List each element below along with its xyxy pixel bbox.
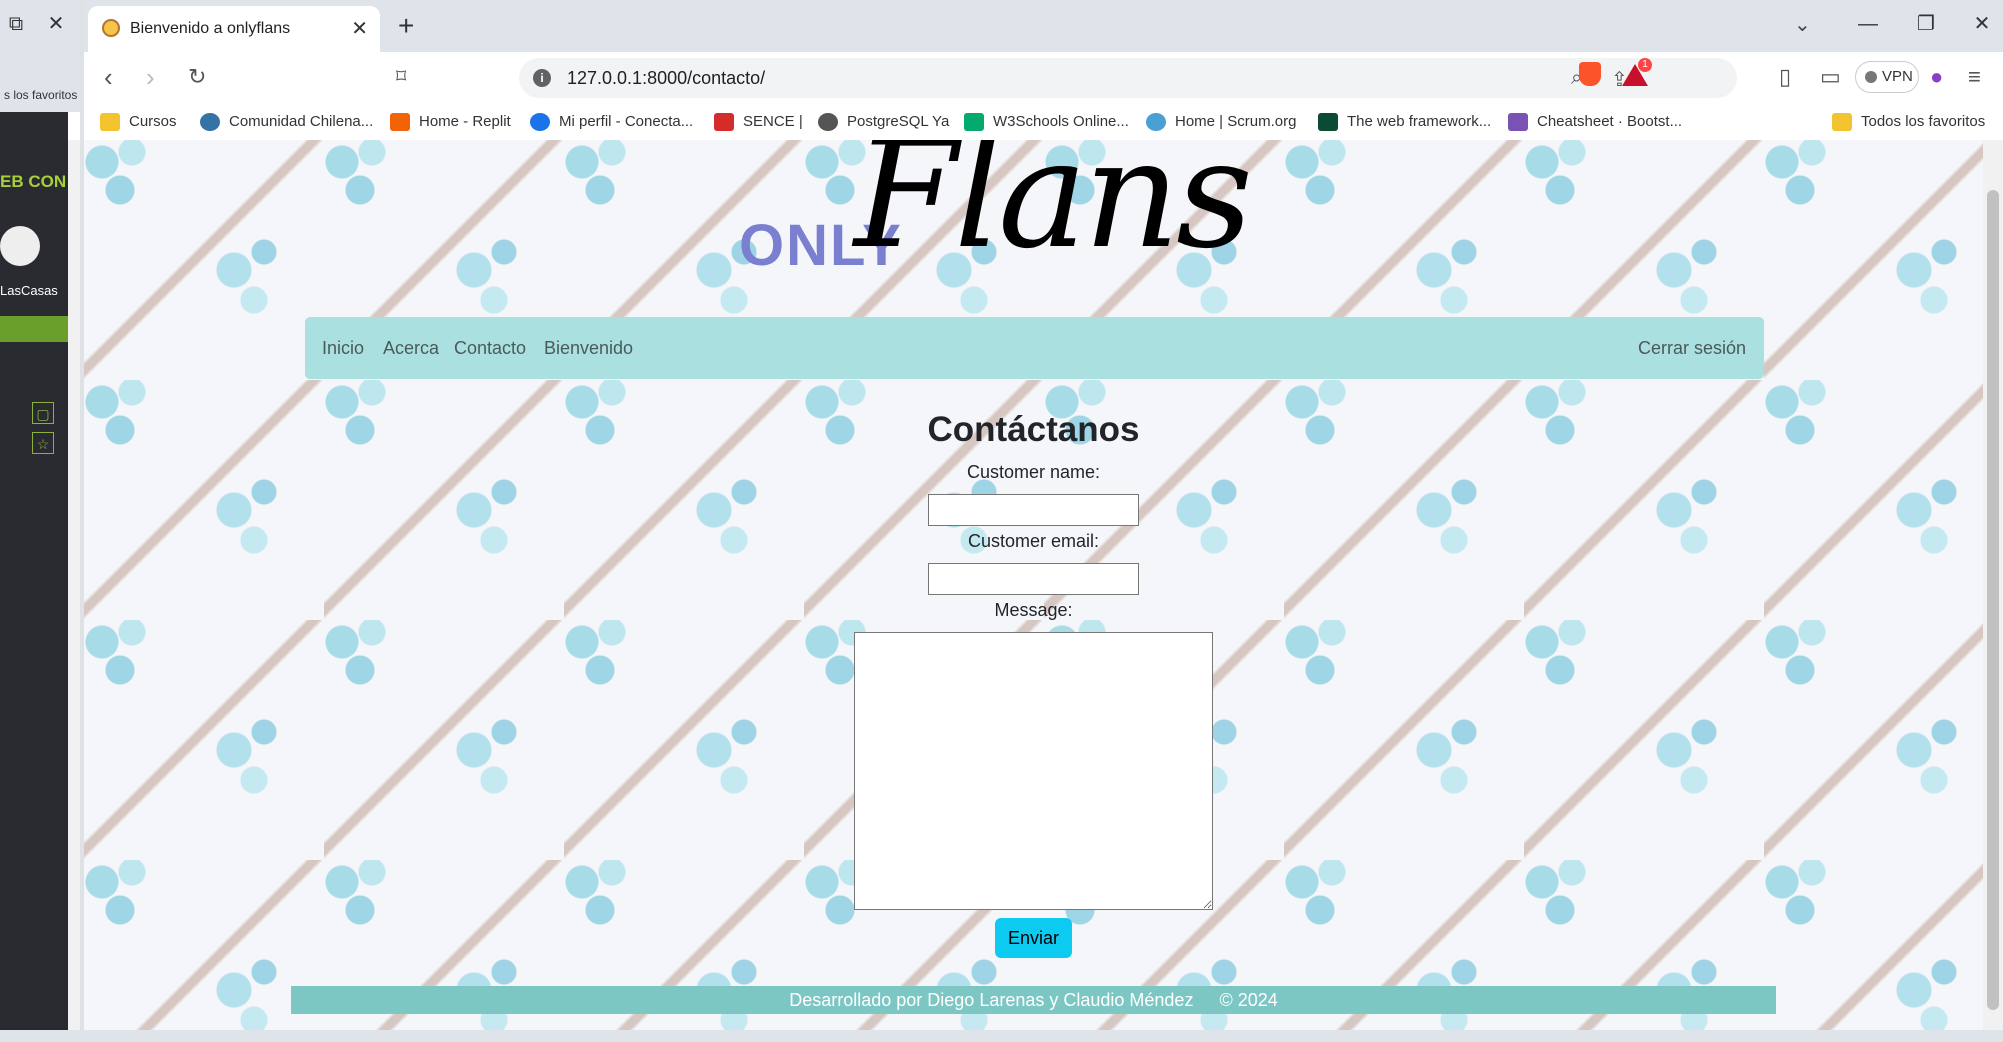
page-title: Contáctanos bbox=[927, 410, 1140, 449]
sidebar-icon[interactable]: ▯ bbox=[1779, 64, 1791, 90]
submit-button[interactable]: Enviar bbox=[995, 918, 1072, 958]
brave-shields-icon[interactable] bbox=[1579, 62, 1601, 86]
footer-credit: Desarrollado por Diego Larenas y Claudio… bbox=[789, 990, 1194, 1010]
active-bar bbox=[0, 316, 68, 342]
tab-active[interactable]: Bienvenido a onlyflans ✕ bbox=[88, 6, 380, 52]
note-icon[interactable]: ▢ bbox=[32, 402, 54, 424]
scrollbar-thumb[interactable] bbox=[1987, 190, 1999, 1010]
star-icon[interactable]: ☆ bbox=[32, 432, 54, 454]
bookmark-item[interactable]: Home | Scrum.org bbox=[1146, 110, 1296, 134]
reload-icon[interactable]: ↻ bbox=[188, 64, 206, 90]
leo-ai-icon[interactable]: ● bbox=[1930, 64, 1943, 90]
rewards-badge: 1 bbox=[1638, 58, 1652, 72]
name-label: Customer name: bbox=[966, 462, 1101, 482]
all-bookmarks[interactable]: Todos los favoritos bbox=[1832, 110, 1985, 134]
close-icon[interactable]: ✕ bbox=[44, 12, 68, 36]
message-label: Message: bbox=[994, 600, 1073, 620]
sence-icon bbox=[714, 113, 734, 132]
background-title: EB CON bbox=[0, 172, 67, 191]
taskbar bbox=[0, 1030, 2003, 1042]
avatar[interactable] bbox=[0, 226, 40, 266]
tab-title: Bienvenido a onlyflans bbox=[130, 20, 291, 37]
site-navbar: Inicio Acerca Contacto Bienvenido Cerrar… bbox=[305, 317, 1764, 379]
bookmarks-bar: Cursos Comunidad Chilena... Home - Repli… bbox=[84, 104, 2003, 141]
globe-icon bbox=[818, 113, 838, 132]
python-icon bbox=[200, 113, 220, 132]
footer-year: © 2024 bbox=[1219, 990, 1278, 1010]
email-input[interactable] bbox=[928, 563, 1139, 595]
flan-favicon-icon bbox=[102, 19, 120, 37]
nav-inicio[interactable]: Inicio bbox=[322, 338, 364, 359]
url-text[interactable]: 127.0.0.1:8000/contacto/ bbox=[567, 68, 765, 89]
menu-icon[interactable]: ≡ bbox=[1968, 64, 1981, 90]
bookmark-item[interactable]: PostgreSQL Ya bbox=[818, 110, 949, 134]
folder-icon bbox=[100, 113, 120, 132]
page-scrollbar[interactable] bbox=[1983, 140, 2003, 1042]
bookmark-item[interactable]: Home - Replit bbox=[390, 110, 511, 134]
maximize-icon[interactable]: ❐ bbox=[1914, 12, 1938, 36]
tab-bar: Bienvenido a onlyflans ✕ + ⌄ — ❐ ✕ bbox=[84, 0, 2003, 52]
bootstrap-icon bbox=[1508, 113, 1528, 132]
forward-icon[interactable]: › bbox=[146, 62, 155, 93]
nav-bienvenido[interactable]: Bienvenido bbox=[544, 338, 633, 359]
message-textarea[interactable] bbox=[854, 632, 1213, 910]
back-icon[interactable]: ‹ bbox=[104, 62, 113, 93]
name-input[interactable] bbox=[928, 494, 1139, 526]
bookmark-item[interactable]: The web framework... bbox=[1318, 110, 1491, 134]
background-window-titlebar: ⧉ ✕ s los favoritos bbox=[0, 0, 80, 112]
replit-icon bbox=[390, 113, 410, 132]
bookmark-item[interactable]: SENCE | bbox=[714, 110, 803, 134]
browser-toolbar: ‹ › ↻ ⌑ i 127.0.0.1:8000/contacto/ ⌕ ⇪ 1… bbox=[84, 52, 2003, 104]
tab-search-chevron-icon[interactable]: ⌄ bbox=[1794, 12, 1811, 37]
bookmark-item[interactable]: Cheatsheet · Bootst... bbox=[1508, 110, 1682, 134]
site-footer: Desarrollado por Diego Larenas y Claudio… bbox=[291, 986, 1776, 1014]
window-close-icon[interactable]: ✕ bbox=[1970, 12, 1994, 36]
background-window: ⧉ ✕ s los favoritos EB CON LasCasas ▢ ☆ bbox=[0, 0, 80, 1042]
address-bar[interactable]: i 127.0.0.1:8000/contacto/ ⌕ ⇪ bbox=[519, 58, 1737, 98]
logo-flans: Flans bbox=[854, 140, 1253, 282]
scrum-icon bbox=[1146, 113, 1166, 132]
background-scrollbar[interactable] bbox=[68, 140, 80, 1042]
bookmark-icon[interactable]: ⌑ bbox=[396, 64, 406, 89]
wallet-icon[interactable]: ▭ bbox=[1820, 64, 1841, 90]
t-icon bbox=[530, 113, 550, 132]
nav-contacto[interactable]: Contacto bbox=[454, 338, 526, 359]
restore-icon[interactable]: ⧉ bbox=[4, 12, 28, 36]
bookmark-item[interactable]: W3Schools Online... bbox=[964, 110, 1129, 134]
bookmark-item[interactable]: Comunidad Chilena... bbox=[200, 110, 373, 134]
page-viewport: ONLY Flans Inicio Acerca Contacto Bienve… bbox=[84, 140, 1983, 1042]
tab-close-icon[interactable]: ✕ bbox=[351, 16, 368, 41]
favorites-label: s los favoritos bbox=[4, 88, 78, 102]
folder-icon bbox=[1832, 113, 1852, 132]
site-info-icon[interactable]: i bbox=[533, 69, 551, 87]
new-tab-icon[interactable]: + bbox=[398, 10, 414, 42]
nav-acerca[interactable]: Acerca bbox=[383, 338, 439, 359]
django-icon bbox=[1318, 113, 1338, 132]
bookmark-item[interactable]: Mi perfil - Conecta... bbox=[530, 110, 693, 134]
vpn-button[interactable]: VPN bbox=[1855, 61, 1919, 93]
w3-icon bbox=[964, 113, 984, 132]
minimize-icon[interactable]: — bbox=[1856, 12, 1880, 36]
nav-logout[interactable]: Cerrar sesión bbox=[1638, 338, 1746, 359]
email-label: Customer email: bbox=[967, 531, 1100, 551]
username: LasCasas bbox=[0, 283, 58, 298]
bookmark-item[interactable]: Cursos bbox=[100, 110, 177, 134]
